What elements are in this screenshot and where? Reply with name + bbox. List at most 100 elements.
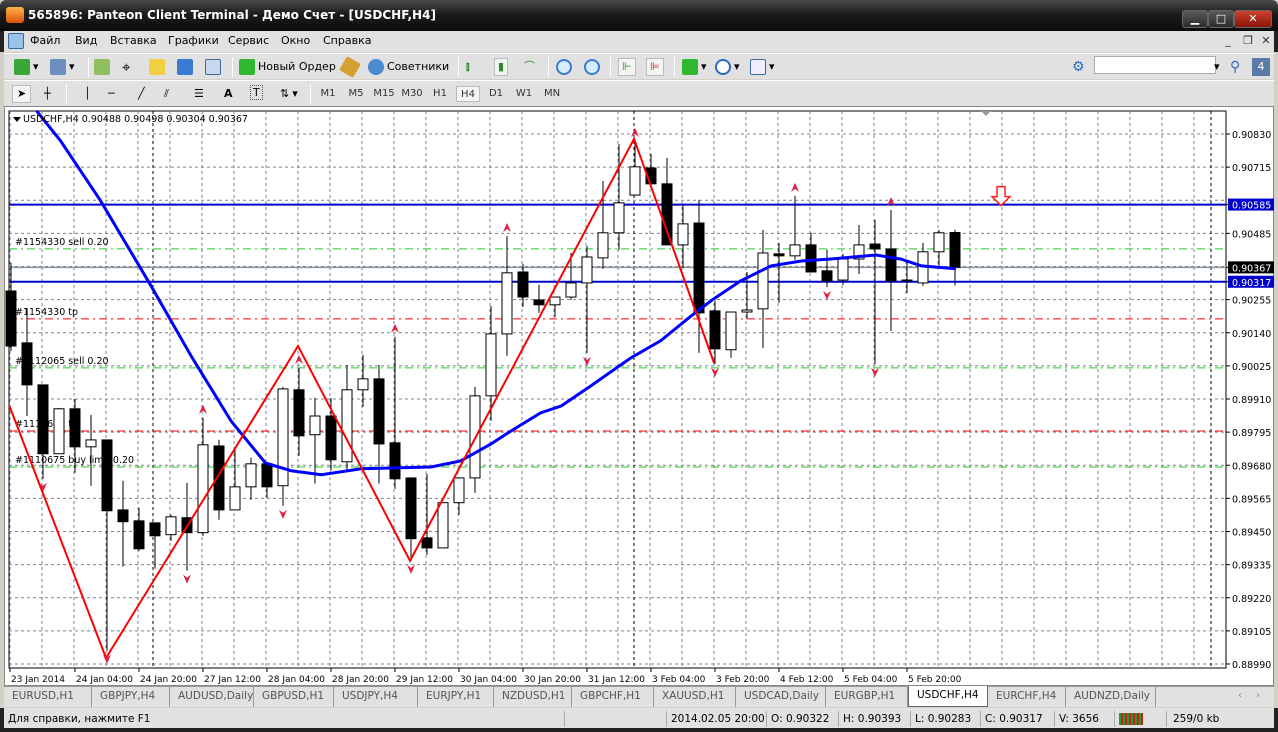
chart-tab[interactable]: EURCHF,H4 [988,687,1066,707]
minimize-button[interactable]: ▁ [1182,10,1208,28]
candle-body [629,166,641,196]
chart-tab[interactable]: EURJPY,H1 [418,687,494,707]
periods-button[interactable]: ▾ [715,58,740,76]
star-folder-icon [149,59,165,75]
new-chart-button[interactable]: ▾ [14,58,39,76]
menu-help[interactable]: Справка [323,34,371,47]
timeframe-w1[interactable]: W1 [512,86,536,102]
menu-insert[interactable]: Вставка [110,34,157,47]
chart-tab[interactable]: GBPCHF,H1 [572,687,654,707]
search-icon: ⚲ [1230,59,1241,75]
connection-status [1114,711,1164,727]
line-chart-icon: ⌒ [524,60,535,73]
expert-advisors-button[interactable]: Советники [368,58,449,76]
timeframe-m30[interactable]: M30 [400,86,424,102]
chart-tab[interactable]: GBPJPY,H4 [92,687,170,707]
search-dropdown-button[interactable]: ▾ [1214,58,1220,76]
timeframe-m5[interactable]: M5 [344,86,368,102]
indicators-button[interactable]: ▾ [682,58,707,76]
menu-window[interactable]: Окно [281,34,310,47]
fibonacci-button[interactable]: ☰ [194,85,204,103]
candle-body [501,272,513,335]
chart-window[interactable]: 0.90830 0.90715 0.90585 0.90485 0.90367 0.903… [4,106,1274,686]
menu-view[interactable]: Вид [75,34,97,47]
time-axis-label: 29 Jan 12:00 [396,675,453,685]
strategy-tester-button[interactable] [205,58,221,76]
tabs-scroll-right-icon[interactable]: › [1256,690,1260,701]
chart-tab[interactable]: AUDNZD,Daily [1066,687,1156,707]
menu-charts[interactable]: Графики [168,34,219,47]
timeframe-h1[interactable]: H1 [428,86,452,102]
close-button[interactable]: ✕ [1234,10,1272,28]
chart-tab[interactable]: AUDUSD,Daily [170,687,254,707]
text-button[interactable]: A [224,85,233,103]
new-chart-icon [14,59,30,75]
window-title: 565896: Panteon Client Terminal - Демо С… [28,8,436,22]
timeframe-h4[interactable]: H4 [456,86,480,102]
candle [437,502,449,549]
status-close: C: 0.90317 [980,711,1043,727]
candlestick-button[interactable]: ▮ [494,58,509,76]
navigator-button[interactable] [149,58,165,76]
candle-body [277,388,289,487]
cursor-button[interactable]: ➤ [12,85,32,103]
chart-tab[interactable]: USDJPY,H4 [334,687,418,707]
timeframe-mn[interactable]: MN [540,86,564,102]
metaeditor-button[interactable] [339,56,361,78]
tabs-scroll-left-icon[interactable]: ‹ [1238,690,1242,701]
market-watch-button[interactable] [94,58,110,76]
crosshair-button[interactable]: ┼ [44,85,51,103]
cursor-icon: ➤ [17,87,27,100]
search-button[interactable]: ⚲ [1230,58,1240,76]
chart-tab[interactable]: USDCHF,H4 [908,686,988,707]
chart-tab[interactable]: EURUSD,H1 [4,687,92,707]
price-axis-label: 0.90255 [1232,296,1271,307]
timeframe-m1[interactable]: M1 [316,86,340,102]
settings-button[interactable]: ⚙ [1072,58,1085,76]
bar-chart-button[interactable]: ⫾ [466,58,470,76]
chart-tab[interactable]: XAUUSD,H1 [654,687,736,707]
equidistant-channel-button[interactable]: ⫽ [164,85,169,103]
chart-tab[interactable]: GBPUSD,H1 [254,687,334,707]
chart-header: USDCHF,H4 0.90488 0.90498 0.90304 0.9036… [23,114,248,125]
candle-body [757,252,769,310]
maximize-button[interactable]: □ [1208,10,1234,28]
horizontal-line-button[interactable]: ─ [108,85,115,103]
chart-tab[interactable]: USDCAD,Daily [736,687,826,707]
new-order-button[interactable]: Новый Ордер [239,58,336,76]
zoom-in-button[interactable] [556,58,572,76]
chart-shift-button[interactable]: ⊫ [646,58,664,76]
trendline-button[interactable]: ╱ [138,85,145,103]
search-input[interactable] [1094,56,1216,74]
menu-tools[interactable]: Сервис [228,34,269,47]
chart-tab[interactable]: EURGBP,H1 [826,687,908,707]
text-label-button[interactable]: T [250,85,263,100]
candle-body [741,309,753,313]
time-axis-label: 24 Jan 20:00 [140,675,197,685]
menu-file[interactable]: Файл [30,34,60,47]
mdi-close-button[interactable]: ✕ [1258,33,1274,49]
terminal-button[interactable] [177,58,193,76]
time-axis-label: 28 Jan 20:00 [332,675,389,685]
autoscroll-button[interactable]: ⊩ [618,58,636,76]
mdi-restore-button[interactable]: ❐ [1240,33,1256,49]
vertical-line-button[interactable]: │ [84,85,91,103]
crosshair-icon: ┼ [44,87,51,100]
profiles-button[interactable]: ▾ [50,58,75,76]
arrows-button[interactable]: ⇅ ▾ [280,85,298,103]
templates-button[interactable]: ▾ [750,58,775,76]
data-window-button[interactable]: ⌖ [122,58,130,76]
timeframe-d1[interactable]: D1 [484,86,508,102]
vertical-line-icon: │ [84,87,91,100]
time-axis-label: 27 Jan 12:00 [204,675,261,685]
mdi-minimize-button[interactable]: _ [1220,33,1236,49]
timeframe-m15[interactable]: M15 [372,86,396,102]
price-chart[interactable]: 0.90830 0.90715 0.90585 0.90485 0.90367 0.903… [5,107,1275,687]
zoom-out-button[interactable] [584,58,600,76]
line-chart-button[interactable]: ⌒ [524,58,535,76]
price-axis-label: 0.90317 [1232,278,1271,289]
notifications-button[interactable]: 4 [1252,58,1270,76]
standard-toolbar: ▾ ▾ ⌖ Новый Ордер Советники ⫾ ▮ ⌒ ⊩ ⊫ ▾ … [4,53,1274,79]
time-axis-label: 24 Jan 04:00 [76,675,133,685]
chart-tab[interactable]: NZDUSD,H1 [494,687,572,707]
